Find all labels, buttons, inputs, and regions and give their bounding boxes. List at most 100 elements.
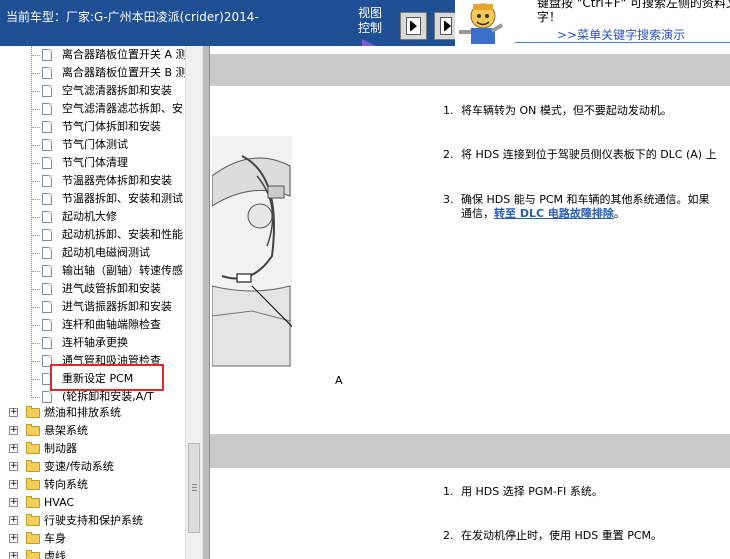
tree-item[interactable]: 空气滤清器滤芯拆卸、安 bbox=[0, 100, 185, 118]
step-text: 在发动机停止时，使用 HDS 重置 PCM。 bbox=[461, 529, 663, 542]
tree-folder-label: 燃油和排放系统 bbox=[44, 406, 121, 419]
tree-item-label: 节气门体清理 bbox=[62, 156, 128, 169]
expand-icon[interactable]: + bbox=[9, 426, 18, 435]
document-icon bbox=[42, 49, 52, 61]
tree-branch-line bbox=[32, 307, 40, 308]
tree-item[interactable]: 连杆轴承更换 bbox=[0, 334, 185, 352]
step-3-prefix: 通信， bbox=[461, 207, 494, 220]
step-number: 3. bbox=[443, 193, 454, 206]
tree-item[interactable]: 空气滤清器拆卸和安装 bbox=[0, 82, 185, 100]
instruction-step: 2. 在发动机停止时，使用 HDS 重置 PCM。 bbox=[443, 527, 662, 544]
tree-item[interactable]: 节气门体拆卸和安装 bbox=[0, 118, 185, 136]
tree-folder-label: 车身 bbox=[44, 532, 66, 545]
tree-item[interactable]: 进气歧管拆卸和安装 bbox=[0, 280, 185, 298]
tree-branch-line bbox=[32, 271, 40, 272]
folder-icon bbox=[26, 478, 40, 490]
tree-item[interactable]: 离合器踏板位置开关 A 测 bbox=[0, 46, 187, 64]
tree-branch-line bbox=[32, 181, 40, 182]
tree-branch-line bbox=[32, 55, 40, 56]
document-icon bbox=[42, 319, 52, 331]
tree-item[interactable]: 起动机拆卸、安装和性能 bbox=[0, 226, 185, 244]
tree-item[interactable]: 节温器壳体拆卸和安装 bbox=[0, 172, 185, 190]
step-number: 2. bbox=[443, 529, 454, 542]
expand-icon[interactable]: + bbox=[9, 534, 18, 543]
folder-icon bbox=[26, 424, 40, 436]
tree-folder[interactable]: + 车身 bbox=[0, 530, 185, 548]
tree-item-label: 起动机拆卸、安装和性能 bbox=[62, 228, 183, 241]
tree-item-label: 空气滤清器滤芯拆卸、安 bbox=[62, 102, 183, 115]
document-icon bbox=[42, 103, 52, 115]
tree-branch-line bbox=[32, 343, 40, 344]
tree-folder[interactable]: + 燃油和排放系统 bbox=[0, 404, 185, 422]
tree-branch-line bbox=[32, 397, 40, 398]
tree-branch-line bbox=[32, 91, 40, 92]
view-control[interactable]: 视图 控制 bbox=[358, 6, 383, 46]
document-icon bbox=[42, 247, 52, 259]
tree-folder[interactable]: + 变速/传动系统 bbox=[0, 458, 185, 476]
expand-icon[interactable]: + bbox=[9, 408, 18, 417]
tree-branch-line bbox=[32, 145, 40, 146]
tree-folder[interactable]: + 行驶支持和保护系统 bbox=[0, 512, 185, 530]
expand-icon[interactable]: + bbox=[9, 462, 18, 471]
step-forward-icon bbox=[440, 17, 452, 35]
document-icon bbox=[42, 265, 52, 277]
tree-folder[interactable]: + 悬架系统 bbox=[0, 422, 185, 440]
tree-folder-label: 行驶支持和保护系统 bbox=[44, 514, 143, 527]
folder-icon bbox=[26, 442, 40, 454]
tree-branch-line bbox=[32, 361, 40, 362]
document-icon bbox=[42, 229, 52, 241]
tree-item-label: 进气歧管拆卸和安装 bbox=[62, 282, 161, 295]
tree-item[interactable]: 进气谐振器拆卸和安装 bbox=[0, 298, 185, 316]
tree-folder[interactable]: + 虚线 bbox=[0, 548, 185, 559]
expand-icon[interactable]: + bbox=[9, 516, 18, 525]
title-bar: 当前车型：厂家:G-广州本田凌派(crider)2014- 视图 控制 键盘按 … bbox=[0, 0, 730, 46]
tree-branch-line bbox=[32, 235, 40, 236]
section-header-band bbox=[210, 54, 730, 86]
tree-folder-label: 虚线 bbox=[44, 550, 66, 559]
view-control-line1: 视图 bbox=[358, 6, 383, 20]
expand-icon[interactable]: + bbox=[9, 498, 18, 507]
tree-folder[interactable]: + HVAC bbox=[0, 494, 185, 512]
search-demo-link[interactable]: >>菜单关键字搜索演示 bbox=[557, 26, 685, 43]
step-text: 将 HDS 连接到位于驾驶员侧仪表板下的 DLC (A) 上 bbox=[461, 148, 717, 161]
document-icon bbox=[42, 193, 52, 205]
expand-icon[interactable]: + bbox=[9, 552, 18, 559]
dlc-troubleshooting-link[interactable]: 转至 DLC 电路故障排除 bbox=[494, 207, 614, 220]
panel-splitter[interactable] bbox=[202, 46, 210, 559]
expand-icon[interactable]: + bbox=[9, 444, 18, 453]
last-page-button[interactable] bbox=[434, 12, 456, 40]
tree-folder-label: HVAC bbox=[44, 496, 75, 509]
tree-item[interactable]: 输出轴（副轴）转速传感 bbox=[0, 262, 185, 280]
tree-branch-line bbox=[32, 253, 40, 254]
tree-item[interactable]: 离合器踏板位置开关 B 测 bbox=[0, 64, 187, 82]
tree-item-label: 节温器拆卸、安装和测试 bbox=[62, 192, 183, 205]
tree-item[interactable]: 起动机大修 bbox=[0, 208, 185, 226]
document-icon bbox=[42, 85, 52, 97]
tree-folder[interactable]: + 转向系统 bbox=[0, 476, 185, 494]
tree-folder[interactable]: + 制动器 bbox=[0, 440, 185, 458]
folder-icon bbox=[26, 514, 40, 526]
step-forward-icon bbox=[406, 17, 421, 35]
view-control-line2: 控制 bbox=[358, 21, 383, 35]
tree-branch-line bbox=[32, 199, 40, 200]
tree-folder-label: 制动器 bbox=[44, 442, 77, 455]
tree-item-label: 起动机大修 bbox=[62, 210, 117, 223]
tree-item[interactable]: 节气门体测试 bbox=[0, 136, 185, 154]
tree-item[interactable]: 节气门体清理 bbox=[0, 154, 185, 172]
tree-folder-label: 悬架系统 bbox=[44, 424, 88, 437]
tree-item[interactable]: 起动机电磁阀测试 bbox=[0, 244, 185, 262]
tree-item[interactable]: 连杆和曲轴端隙检查 bbox=[0, 316, 185, 334]
hint-line1: 键盘按 "Ctrl+F" 可搜索左侧的资料文 bbox=[537, 0, 730, 10]
scrollbar-thumb[interactable] bbox=[188, 443, 200, 533]
expand-icon[interactable]: + bbox=[9, 480, 18, 489]
instruction-step: 1. 用 HDS 选择 PGM-FI 系统。 bbox=[443, 483, 603, 500]
next-page-button[interactable] bbox=[400, 12, 427, 40]
highlight-box bbox=[50, 364, 164, 391]
tree-scrollbar[interactable] bbox=[185, 46, 202, 559]
tree-item[interactable]: 节温器拆卸、安装和测试 bbox=[0, 190, 185, 208]
document-icon bbox=[42, 67, 52, 79]
tree-branch-line bbox=[32, 163, 40, 164]
step-number: 1. bbox=[443, 485, 454, 498]
tree-branch-line bbox=[32, 109, 40, 110]
tree-folder-label: 变速/传动系统 bbox=[44, 460, 114, 473]
